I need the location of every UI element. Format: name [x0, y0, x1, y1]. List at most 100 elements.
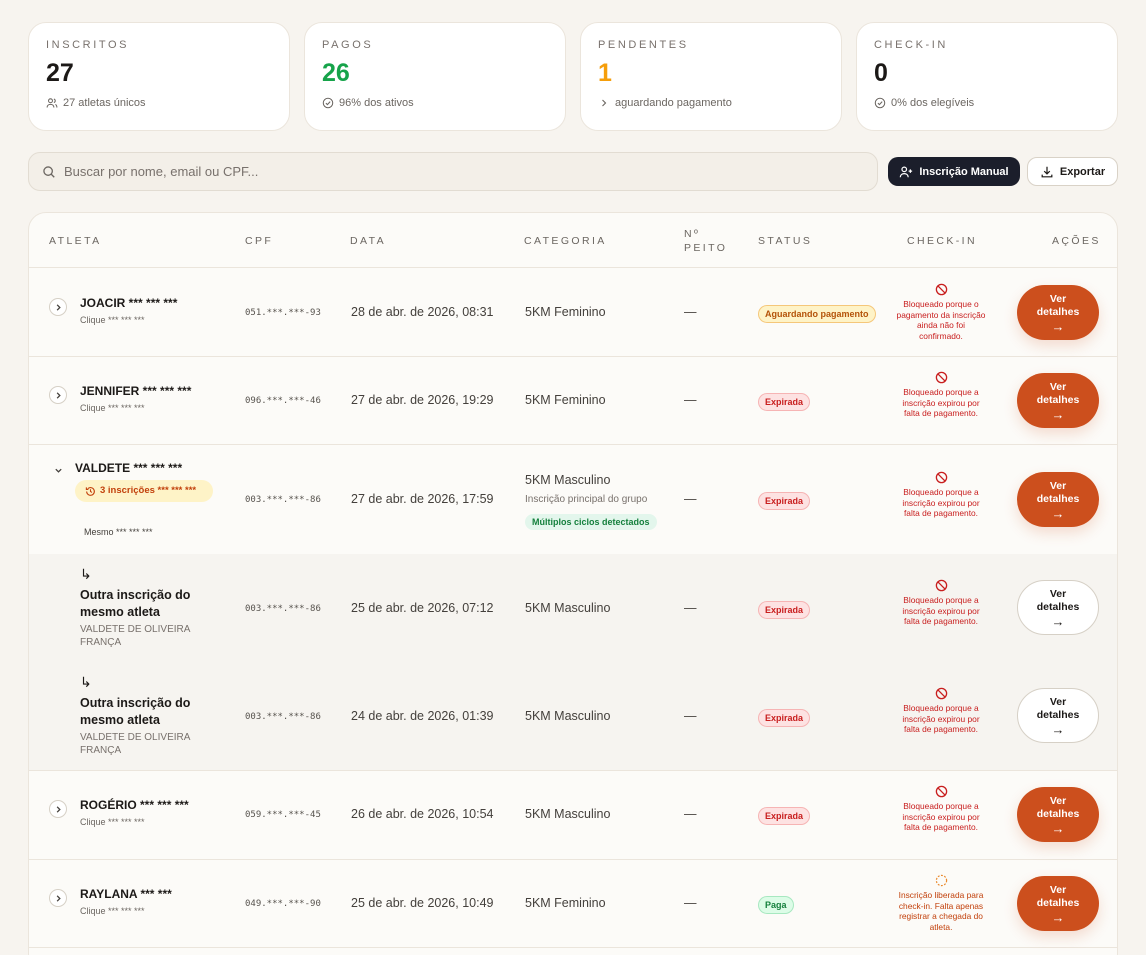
- bib-value: —: [684, 492, 697, 506]
- stat-sub-text: 96% dos ativos: [339, 97, 414, 109]
- bib-value: —: [684, 807, 697, 821]
- manual-registration-label: Inscrição Manual: [919, 165, 1009, 178]
- cpf-value: 003.***.***-86: [245, 604, 321, 614]
- header-bib-line2: PEITO: [684, 242, 728, 254]
- sub-registration-row[interactable]: ↳ Outra inscrição do mesmo atleta VALDET…: [29, 554, 1117, 662]
- expand-row-button[interactable]: [49, 386, 67, 404]
- chevron-right-icon: [56, 303, 61, 311]
- arrow-right-icon: →: [1051, 406, 1065, 422]
- view-details-button[interactable]: Ver detalhes →: [1017, 472, 1099, 527]
- stat-sub: 0% dos elegíveis: [874, 97, 1100, 109]
- chevron-right-icon: [56, 805, 61, 813]
- table-row[interactable]: VALDETE *** *** *** 3 inscrições *** ***…: [29, 445, 1117, 554]
- view-details-button[interactable]: Ver detalhes →: [1017, 373, 1099, 428]
- stat-label: PENDENTES: [598, 39, 689, 51]
- header-date: DATA: [350, 235, 387, 247]
- header-category: CATEGORIA: [524, 235, 607, 247]
- status-badge: Expirada: [758, 601, 811, 619]
- export-label: Exportar: [1059, 165, 1106, 178]
- download-icon: [1041, 166, 1053, 177]
- blocked-icon: [935, 371, 947, 384]
- stat-sub-text: 27 atletas únicos: [63, 97, 146, 109]
- category-value: 5KM Feminino: [525, 305, 606, 319]
- chevron-down-icon: [54, 468, 62, 473]
- registrations-table: ATLETA CPF DATA CATEGORIA Nº PEITO STATUS…: [28, 212, 1118, 955]
- arrow-right-icon: →: [1051, 909, 1065, 925]
- bib-value: —: [684, 709, 697, 723]
- status-badge: Paga: [758, 896, 794, 914]
- bib-value: —: [684, 305, 697, 319]
- cpf-value: 003.***.***-86: [245, 495, 321, 505]
- view-details-button[interactable]: Ver detalhes →: [1017, 876, 1099, 931]
- bib-value: —: [684, 896, 697, 910]
- date-value: 25 de abr. de 2026, 07:12: [351, 601, 494, 615]
- search-box[interactable]: [28, 152, 878, 191]
- stat-sub-text: 0% dos elegíveis: [891, 97, 975, 109]
- sub-registration-row[interactable]: ↳ Outra inscrição do mesmo atleta VALDET…: [29, 662, 1117, 771]
- athlete-subtitle: Clique *** *** ***: [80, 906, 145, 916]
- status-badge: Expirada: [758, 709, 811, 727]
- expand-row-button[interactable]: [49, 298, 67, 316]
- table-row[interactable]: JOACIR *** *** *** Clique *** *** *** 05…: [29, 269, 1117, 357]
- header-athlete: ATLETA: [49, 235, 102, 247]
- checkin-text: Bloqueado porque a inscrição expirou por…: [902, 387, 980, 419]
- view-details-button[interactable]: Ver detalhes →: [1017, 285, 1099, 340]
- collapse-row-button[interactable]: [49, 461, 67, 479]
- stat-card-checkin: CHECK-IN 0 0% dos elegíveis: [856, 22, 1118, 131]
- stat-label: PAGOS: [322, 39, 374, 51]
- date-value: 26 de abr. de 2026, 10:54: [351, 807, 494, 821]
- category-value: 5KM Masculino: [525, 473, 611, 487]
- check-circle-icon: [322, 97, 334, 109]
- stat-label: CHECK-IN: [874, 39, 948, 51]
- expand-row-button[interactable]: [49, 800, 67, 818]
- stat-value: 26: [322, 59, 350, 87]
- view-details-button[interactable]: Ver detalhes →: [1017, 688, 1099, 743]
- search-input[interactable]: [64, 164, 844, 179]
- user-plus-icon: [900, 165, 913, 177]
- stat-sub: aguardando pagamento: [598, 97, 824, 109]
- stat-sub-text: aguardando pagamento: [615, 97, 732, 109]
- view-details-label: Ver detalhes: [1036, 695, 1080, 722]
- stat-label: INSCRITOS: [46, 39, 130, 51]
- status-badge: Expirada: [758, 393, 811, 411]
- manual-registration-button[interactable]: Inscrição Manual: [888, 157, 1020, 186]
- status-badge: Expirada: [758, 807, 811, 825]
- chevron-right-icon: [56, 894, 61, 902]
- multiple-registrations-badge: 3 inscrições *** *** ***: [75, 480, 213, 502]
- table-row[interactable]: JENNIFER *** *** *** Clique *** *** *** …: [29, 357, 1117, 445]
- date-value: 27 de abr. de 2026, 19:29: [351, 393, 494, 407]
- table-row[interactable]: ROGÉRIO *** *** *** Clique *** *** *** 0…: [29, 771, 1117, 860]
- category-value: 5KM Masculino: [525, 601, 611, 615]
- view-details-button[interactable]: Ver detalhes →: [1017, 787, 1099, 842]
- athlete-fullname: VALDETE DE OLIVEIRA FRANÇA: [80, 624, 190, 648]
- arrow-right-icon: →: [1051, 613, 1065, 629]
- multiple-cycles-badge: Múltiplos ciclos detectados: [525, 514, 657, 530]
- date-value: 27 de abr. de 2026, 17:59: [351, 492, 494, 506]
- checkin-status: Bloqueado porque o pagamento da inscriçã…: [895, 283, 987, 341]
- header-status: STATUS: [758, 235, 813, 247]
- sub-arrow-icon: ↳: [80, 566, 92, 582]
- athlete-name: RAYLANA *** ***: [80, 887, 172, 901]
- blocked-icon: [935, 283, 947, 296]
- bib-value: —: [684, 393, 697, 407]
- stat-value: 0: [874, 59, 888, 87]
- expand-row-button[interactable]: [49, 889, 67, 907]
- stat-card-pagos: PAGOS 26 96% dos ativos: [304, 22, 566, 131]
- header-bib-line1: Nº: [684, 228, 701, 240]
- history-icon: [85, 487, 95, 496]
- stat-card-pendentes: PENDENTES 1 aguardando pagamento: [580, 22, 842, 131]
- export-button[interactable]: Exportar: [1027, 157, 1118, 186]
- sub-arrow-icon: ↳: [80, 674, 92, 690]
- date-value: 24 de abr. de 2026, 01:39: [351, 709, 494, 723]
- checkin-text: Bloqueado porque a inscrição expirou por…: [902, 801, 980, 833]
- stat-value: 1: [598, 59, 612, 87]
- view-details-button[interactable]: Ver detalhes →: [1017, 580, 1099, 635]
- header-cpf: CPF: [245, 235, 274, 247]
- table-header: ATLETA CPF DATA CATEGORIA Nº PEITO STATUS…: [29, 213, 1117, 268]
- toolbar: Inscrição Manual Exportar: [28, 152, 1118, 191]
- status-badge: Expirada: [758, 492, 811, 510]
- other-registration-title: Outra inscrição do mesmo atleta: [80, 588, 191, 619]
- view-details-label: Ver detalhes: [1036, 587, 1080, 614]
- blocked-icon: [935, 785, 947, 798]
- table-row[interactable]: RAYLANA *** *** Clique *** *** *** 049.*…: [29, 860, 1117, 948]
